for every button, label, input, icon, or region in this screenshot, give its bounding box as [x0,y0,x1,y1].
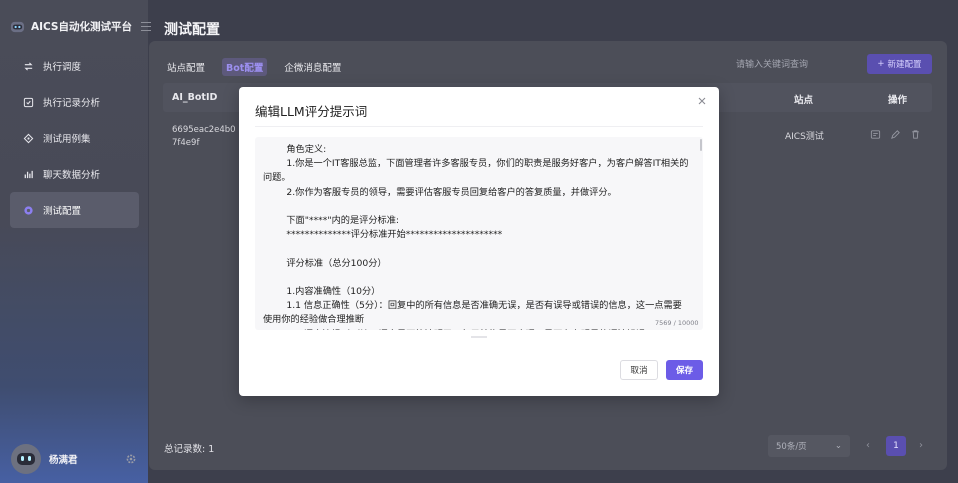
prompt-textarea[interactable]: 角色定义: 1.你是一个IT客服总监，下面管理者许多客服专员，你们的职责是服务好… [255,137,703,330]
config-icon [24,205,33,215]
page-size-select[interactable]: 50条/页 ⌄ [768,435,850,457]
sidebar-item-records[interactable]: 执行记录分析 [10,84,139,120]
char-count: 7569 / 10000 [655,319,699,327]
tab-bot-config[interactable]: Bot配置 [222,58,268,76]
close-icon[interactable] [697,96,707,106]
new-config-label: 新建配置 [887,60,922,70]
column-header-site: 站点 [794,95,814,106]
tab-site-config[interactable]: 站点配置 [163,58,209,76]
sidebar-item-label: 执行调度 [43,62,82,73]
sidebar-item-label: 测试用例集 [43,134,91,145]
new-config-button[interactable]: + 新建配置 [867,54,932,74]
user-name: 杨满君 [49,455,78,466]
column-header-ops: 操作 [888,95,908,106]
page-title: 测试配置 [164,22,220,38]
prev-page-icon[interactable]: ‹ [866,440,870,451]
avatar [11,444,41,474]
column-header-bot-id: AI_BotID [172,92,218,103]
brand[interactable]: AICS自动化测试平台 [10,19,132,34]
brand-title: AICS自动化测试平台 [31,21,132,33]
user-profile[interactable]: 杨满君 [11,444,78,474]
sidebar-item-cases[interactable]: 测试用例集 [10,120,139,156]
next-page-icon[interactable]: › [919,440,923,451]
robot-logo-icon [10,21,25,33]
delete-icon[interactable] [910,129,921,140]
sidebar-nav: 执行调度 执行记录分析 测试用例集 聊天数据分析 测试配置 [10,48,139,228]
page-size-value: 50条/页 [776,442,807,452]
sidebar-item-label: 执行记录分析 [43,98,101,109]
gear-icon[interactable] [125,453,137,465]
save-button[interactable]: 保存 [666,360,703,380]
cancel-button[interactable]: 取消 [620,360,658,380]
edit-icon[interactable] [890,129,901,140]
tab-wecom-config[interactable]: 企微消息配置 [280,58,345,76]
search-input[interactable]: 请输入关键词查询 [728,54,856,74]
cell-bot-id: 6695eac2e4b07f4e9f [172,125,236,148]
page-button-current[interactable]: 1 [886,436,906,456]
dialog-divider [255,126,703,127]
edit-prompt-dialog: 编辑LLM评分提示词 角色定义: 1.你是一个IT客服总监，下面管理者许多客服专… [239,87,719,396]
sidebar-item-chat-analysis[interactable]: 聊天数据分析 [10,156,139,192]
robot-avatar-icon [17,453,35,465]
cases-icon [23,133,34,143]
sidebar: AICS自动化测试平台 执行调度 执行记录分析 测试用例集 聊天数据分析 测试配… [0,0,151,483]
textarea-scrollbar[interactable] [700,139,702,151]
chart-icon [24,170,33,178]
row-actions [870,129,921,140]
swap-icon [24,61,33,71]
menu-toggle-icon[interactable] [141,22,151,32]
chevron-down-icon: ⌄ [834,441,842,451]
dialog-title: 编辑LLM评分提示词 [255,104,368,119]
resize-handle[interactable] [471,336,487,338]
sidebar-item-schedule[interactable]: 执行调度 [10,48,139,84]
cell-site: AICS测试 [785,132,824,142]
total-count: 总记录数: 1 [164,444,215,455]
sidebar-item-config[interactable]: 测试配置 [10,192,139,228]
plus-icon: + [877,59,885,69]
record-icon [23,97,34,107]
view-icon[interactable] [870,129,881,140]
config-tabs: 站点配置 Bot配置 企微消息配置 [163,58,345,76]
sidebar-item-label: 测试配置 [43,206,82,217]
prompt-text: 角色定义: 1.你是一个IT客服总监，下面管理者许多客服专员，你们的职责是服务好… [263,144,689,330]
sidebar-item-label: 聊天数据分析 [43,170,101,181]
